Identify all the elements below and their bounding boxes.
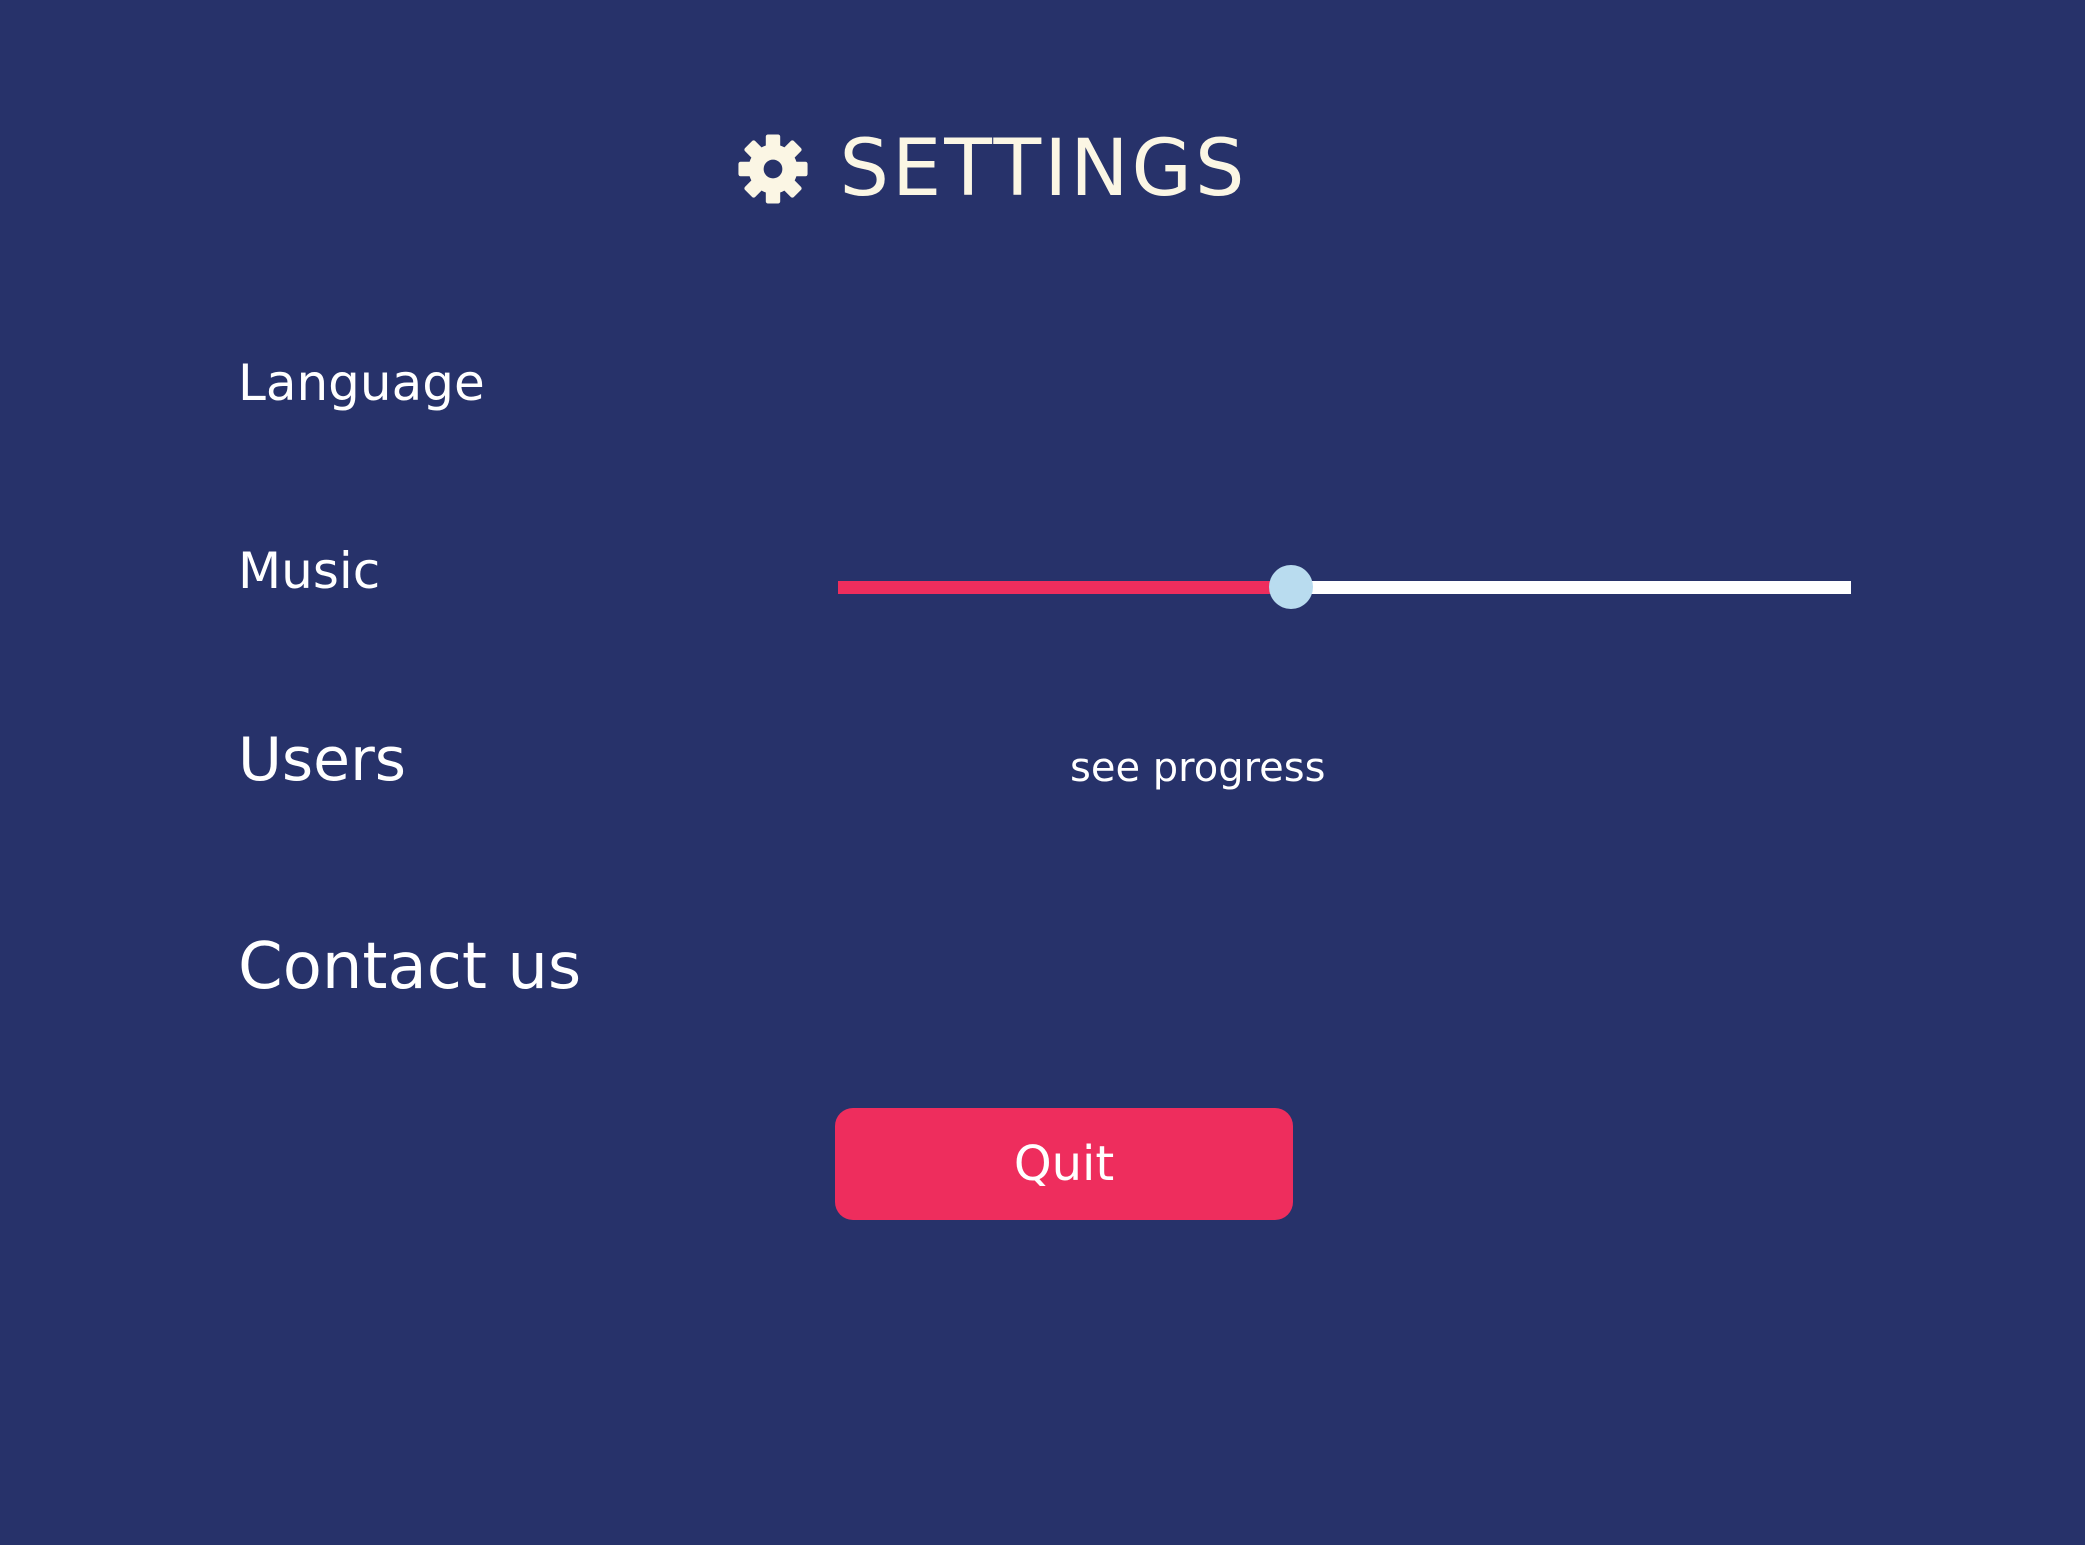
language-label[interactable]: Language	[238, 358, 485, 408]
music-label: Music	[238, 542, 381, 600]
music-volume-slider[interactable]	[838, 565, 1851, 609]
users-label: Users	[238, 725, 407, 795]
gear-icon	[738, 134, 809, 204]
page-title: SETTINGS	[839, 124, 1248, 214]
quit-button[interactable]: Quit	[835, 1108, 1293, 1220]
slider-fill	[838, 581, 1291, 594]
contact-us-link[interactable]: Contact us	[238, 935, 581, 999]
settings-screen: SETTINGS Language Music Users see progre…	[0, 0, 2085, 1545]
settings-header: SETTINGS	[0, 130, 2035, 208]
see-progress-link[interactable]: see progress	[1070, 748, 1325, 788]
slider-thumb[interactable]	[1268, 565, 1313, 609]
